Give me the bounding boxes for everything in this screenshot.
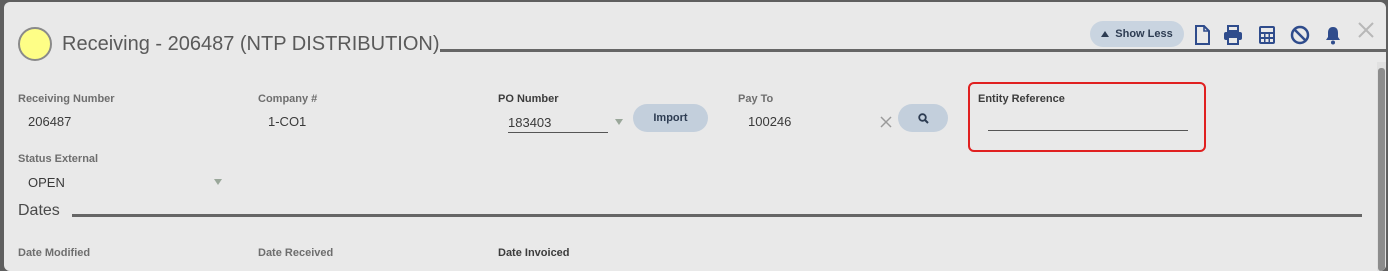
status-external-select[interactable]: OPEN xyxy=(28,175,65,190)
cancel-icon[interactable] xyxy=(1289,24,1311,46)
company-label: Company # xyxy=(258,93,318,105)
show-less-label: Show Less xyxy=(1115,28,1173,40)
clear-icon[interactable] xyxy=(880,115,892,128)
pay-to-value[interactable]: 100246 xyxy=(748,114,791,129)
status-external-dropdown-icon[interactable] xyxy=(214,179,222,185)
po-number-underline xyxy=(508,132,608,133)
caret-up-icon xyxy=(1101,31,1110,37)
receiving-modal: Receiving - 206487 (NTP DISTRIBUTION) Sh… xyxy=(4,2,1386,271)
calculator-icon[interactable] xyxy=(1256,24,1278,46)
close-icon[interactable] xyxy=(1356,20,1376,40)
scrollbar[interactable] xyxy=(1377,62,1386,271)
dates-section-title: Dates xyxy=(18,202,60,219)
entity-reference-underline xyxy=(988,130,1188,131)
bell-icon[interactable] xyxy=(1322,24,1344,46)
receiving-number-value: 206487 xyxy=(28,114,72,129)
po-number-label: PO Number xyxy=(498,93,559,105)
print-icon[interactable] xyxy=(1222,24,1244,46)
receiving-number-label: Receiving Number xyxy=(18,93,115,105)
title-divider xyxy=(440,49,1386,52)
pay-to-label: Pay To xyxy=(738,93,774,105)
entity-reference-input[interactable] xyxy=(988,114,1188,130)
import-button[interactable]: Import xyxy=(633,104,708,132)
status-external-label: Status External xyxy=(18,153,99,165)
document-icon[interactable] xyxy=(1191,24,1213,46)
page-title: Receiving - 206487 (NTP DISTRIBUTION) xyxy=(62,33,440,55)
date-modified-label: Date Modified xyxy=(18,247,91,259)
company-value: 1-CO1 xyxy=(268,114,307,129)
date-received-label: Date Received xyxy=(258,247,334,259)
po-number-dropdown-icon[interactable] xyxy=(615,119,623,125)
search-icon xyxy=(917,112,929,124)
status-indicator xyxy=(18,27,52,61)
entity-reference-label: Entity Reference xyxy=(978,93,1065,105)
search-button[interactable] xyxy=(898,104,948,132)
show-less-button[interactable]: Show Less xyxy=(1090,21,1184,47)
dates-divider xyxy=(72,214,1362,217)
scrollbar-thumb[interactable] xyxy=(1378,68,1385,271)
date-invoiced-label: Date Invoiced xyxy=(498,247,570,259)
po-number-input[interactable]: 183403 xyxy=(508,115,551,130)
